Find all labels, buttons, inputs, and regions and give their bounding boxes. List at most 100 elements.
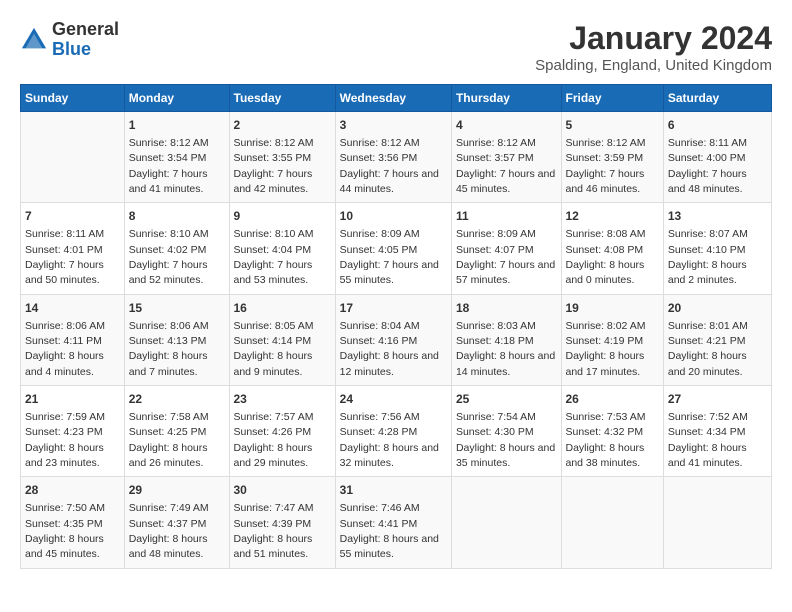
day-number: 12 [566,208,659,225]
day-info: Sunrise: 7:47 AMSunset: 4:39 PMDaylight:… [234,502,314,560]
day-info: Sunrise: 7:49 AMSunset: 4:37 PMDaylight:… [129,502,209,560]
day-number: 27 [668,391,767,408]
table-row: 13 Sunrise: 8:07 AMSunset: 4:10 PMDayligh… [663,203,771,294]
table-row: 8 Sunrise: 8:10 AMSunset: 4:02 PMDaylight… [124,203,229,294]
day-number: 18 [456,300,557,317]
calendar-week-row: 28 Sunrise: 7:50 AMSunset: 4:35 PMDayligh… [21,477,772,568]
day-info: Sunrise: 7:52 AMSunset: 4:34 PMDaylight:… [668,411,748,469]
day-number: 4 [456,117,557,134]
calendar-week-row: 14Sunrise: 8:06 AMSunset: 4:11 PMDayligh… [21,294,772,385]
day-number: 15 [129,300,225,317]
title-block: January 2024 Spalding, England, United K… [535,20,772,74]
day-info: Sunrise: 8:12 AMSunset: 3:57 PMDaylight:… [456,137,555,195]
table-row: 22Sunrise: 7:58 AMSunset: 4:25 PMDayligh… [124,386,229,477]
day-number: 26 [566,391,659,408]
table-row: 28 Sunrise: 7:50 AMSunset: 4:35 PMDayligh… [21,477,125,568]
day-number: 17 [340,300,447,317]
table-row: 7 Sunrise: 8:11 AMSunset: 4:01 PMDaylight… [21,203,125,294]
day-info: Sunrise: 8:12 AMSunset: 3:56 PMDaylight:… [340,137,439,195]
day-info: Sunrise: 8:05 AMSunset: 4:14 PMDaylight:… [234,320,314,378]
day-number: 20 [668,300,767,317]
day-number: 25 [456,391,557,408]
table-row: 5 Sunrise: 8:12 AMSunset: 3:59 PMDaylight… [561,112,663,203]
day-number: 19 [566,300,659,317]
location: Spalding, England, United Kingdom [535,57,772,74]
calendar-week-row: 21Sunrise: 7:59 AMSunset: 4:23 PMDayligh… [21,386,772,477]
table-row [663,477,771,568]
day-number: 29 [129,482,225,499]
table-row: 1Sunrise: 8:12 AMSunset: 3:54 PMDaylight… [124,112,229,203]
header-wednesday: Wednesday [335,85,451,112]
day-number: 9 [234,208,331,225]
table-row: 9 Sunrise: 8:10 AMSunset: 4:04 PMDaylight… [229,203,335,294]
day-info: Sunrise: 8:07 AMSunset: 4:10 PMDaylight:… [668,228,748,286]
day-info: Sunrise: 8:10 AMSunset: 4:02 PMDaylight:… [129,228,209,286]
day-number: 10 [340,208,447,225]
table-row: 17 Sunrise: 8:04 AMSunset: 4:16 PMDayligh… [335,294,451,385]
day-number: 24 [340,391,447,408]
header-tuesday: Tuesday [229,85,335,112]
table-row: 11 Sunrise: 8:09 AMSunset: 4:07 PMDayligh… [451,203,561,294]
day-number: 3 [340,117,447,134]
day-info: Sunrise: 8:10 AMSunset: 4:04 PMDaylight:… [234,228,314,286]
day-info: Sunrise: 7:53 AMSunset: 4:32 PMDaylight:… [566,411,646,469]
day-number: 8 [129,208,225,225]
table-row: 4 Sunrise: 8:12 AMSunset: 3:57 PMDaylight… [451,112,561,203]
header-saturday: Saturday [663,85,771,112]
calendar-week-row: 1Sunrise: 8:12 AMSunset: 3:54 PMDaylight… [21,112,772,203]
day-number: 13 [668,208,767,225]
table-row [451,477,561,568]
header-monday: Monday [124,85,229,112]
table-row: 3 Sunrise: 8:12 AMSunset: 3:56 PMDaylight… [335,112,451,203]
header-friday: Friday [561,85,663,112]
day-number: 31 [340,482,447,499]
day-number: 28 [25,482,120,499]
day-info: Sunrise: 7:46 AMSunset: 4:41 PMDaylight:… [340,502,439,560]
day-number: 5 [566,117,659,134]
day-number: 30 [234,482,331,499]
day-info: Sunrise: 8:08 AMSunset: 4:08 PMDaylight:… [566,228,646,286]
day-number: 11 [456,208,557,225]
day-info: Sunrise: 7:50 AMSunset: 4:35 PMDaylight:… [25,502,105,560]
table-row: 23Sunrise: 7:57 AMSunset: 4:26 PMDayligh… [229,386,335,477]
table-row: 6Sunrise: 8:11 AMSunset: 4:00 PMDaylight… [663,112,771,203]
day-number: 22 [129,391,225,408]
logo: General Blue [20,20,119,60]
table-row: 31 Sunrise: 7:46 AMSunset: 4:41 PMDayligh… [335,477,451,568]
table-row [561,477,663,568]
day-number: 2 [234,117,331,134]
day-info: Sunrise: 7:59 AMSunset: 4:23 PMDaylight:… [25,411,105,469]
calendar-table: Sunday Monday Tuesday Wednesday Thursday… [20,84,772,569]
table-row: 15Sunrise: 8:06 AMSunset: 4:13 PMDayligh… [124,294,229,385]
table-row: 10 Sunrise: 8:09 AMSunset: 4:05 PMDayligh… [335,203,451,294]
day-info: Sunrise: 8:12 AMSunset: 3:59 PMDaylight:… [566,137,646,195]
table-row [21,112,125,203]
table-row: 18 Sunrise: 8:03 AMSunset: 4:18 PMDayligh… [451,294,561,385]
table-row: 24 Sunrise: 7:56 AMSunset: 4:28 PMDayligh… [335,386,451,477]
calendar-week-row: 7 Sunrise: 8:11 AMSunset: 4:01 PMDaylight… [21,203,772,294]
header-sunday: Sunday [21,85,125,112]
day-info: Sunrise: 8:09 AMSunset: 4:05 PMDaylight:… [340,228,439,286]
day-info: Sunrise: 8:11 AMSunset: 4:01 PMDaylight:… [25,228,104,286]
day-info: Sunrise: 8:11 AMSunset: 4:00 PMDaylight:… [668,137,747,195]
day-info: Sunrise: 8:03 AMSunset: 4:18 PMDaylight:… [456,320,555,378]
day-info: Sunrise: 7:54 AMSunset: 4:30 PMDaylight:… [456,411,555,469]
table-row: 14Sunrise: 8:06 AMSunset: 4:11 PMDayligh… [21,294,125,385]
day-info: Sunrise: 8:09 AMSunset: 4:07 PMDaylight:… [456,228,555,286]
table-row: 20Sunrise: 8:01 AMSunset: 4:21 PMDayligh… [663,294,771,385]
table-row: 29 Sunrise: 7:49 AMSunset: 4:37 PMDayligh… [124,477,229,568]
day-info: Sunrise: 8:04 AMSunset: 4:16 PMDaylight:… [340,320,439,378]
day-number: 16 [234,300,331,317]
logo-blue-text: Blue [52,39,91,59]
table-row: 19 Sunrise: 8:02 AMSunset: 4:19 PMDayligh… [561,294,663,385]
logo-icon [20,26,48,54]
day-info: Sunrise: 8:06 AMSunset: 4:11 PMDaylight:… [25,320,105,378]
day-info: Sunrise: 7:57 AMSunset: 4:26 PMDaylight:… [234,411,314,469]
day-info: Sunrise: 8:12 AMSunset: 3:55 PMDaylight:… [234,137,314,195]
day-info: Sunrise: 8:02 AMSunset: 4:19 PMDaylight:… [566,320,646,378]
table-row: 12 Sunrise: 8:08 AMSunset: 4:08 PMDayligh… [561,203,663,294]
day-number: 7 [25,208,120,225]
table-row: 30 Sunrise: 7:47 AMSunset: 4:39 PMDayligh… [229,477,335,568]
day-info: Sunrise: 7:56 AMSunset: 4:28 PMDaylight:… [340,411,439,469]
table-row: 27 Sunrise: 7:52 AMSunset: 4:34 PMDayligh… [663,386,771,477]
